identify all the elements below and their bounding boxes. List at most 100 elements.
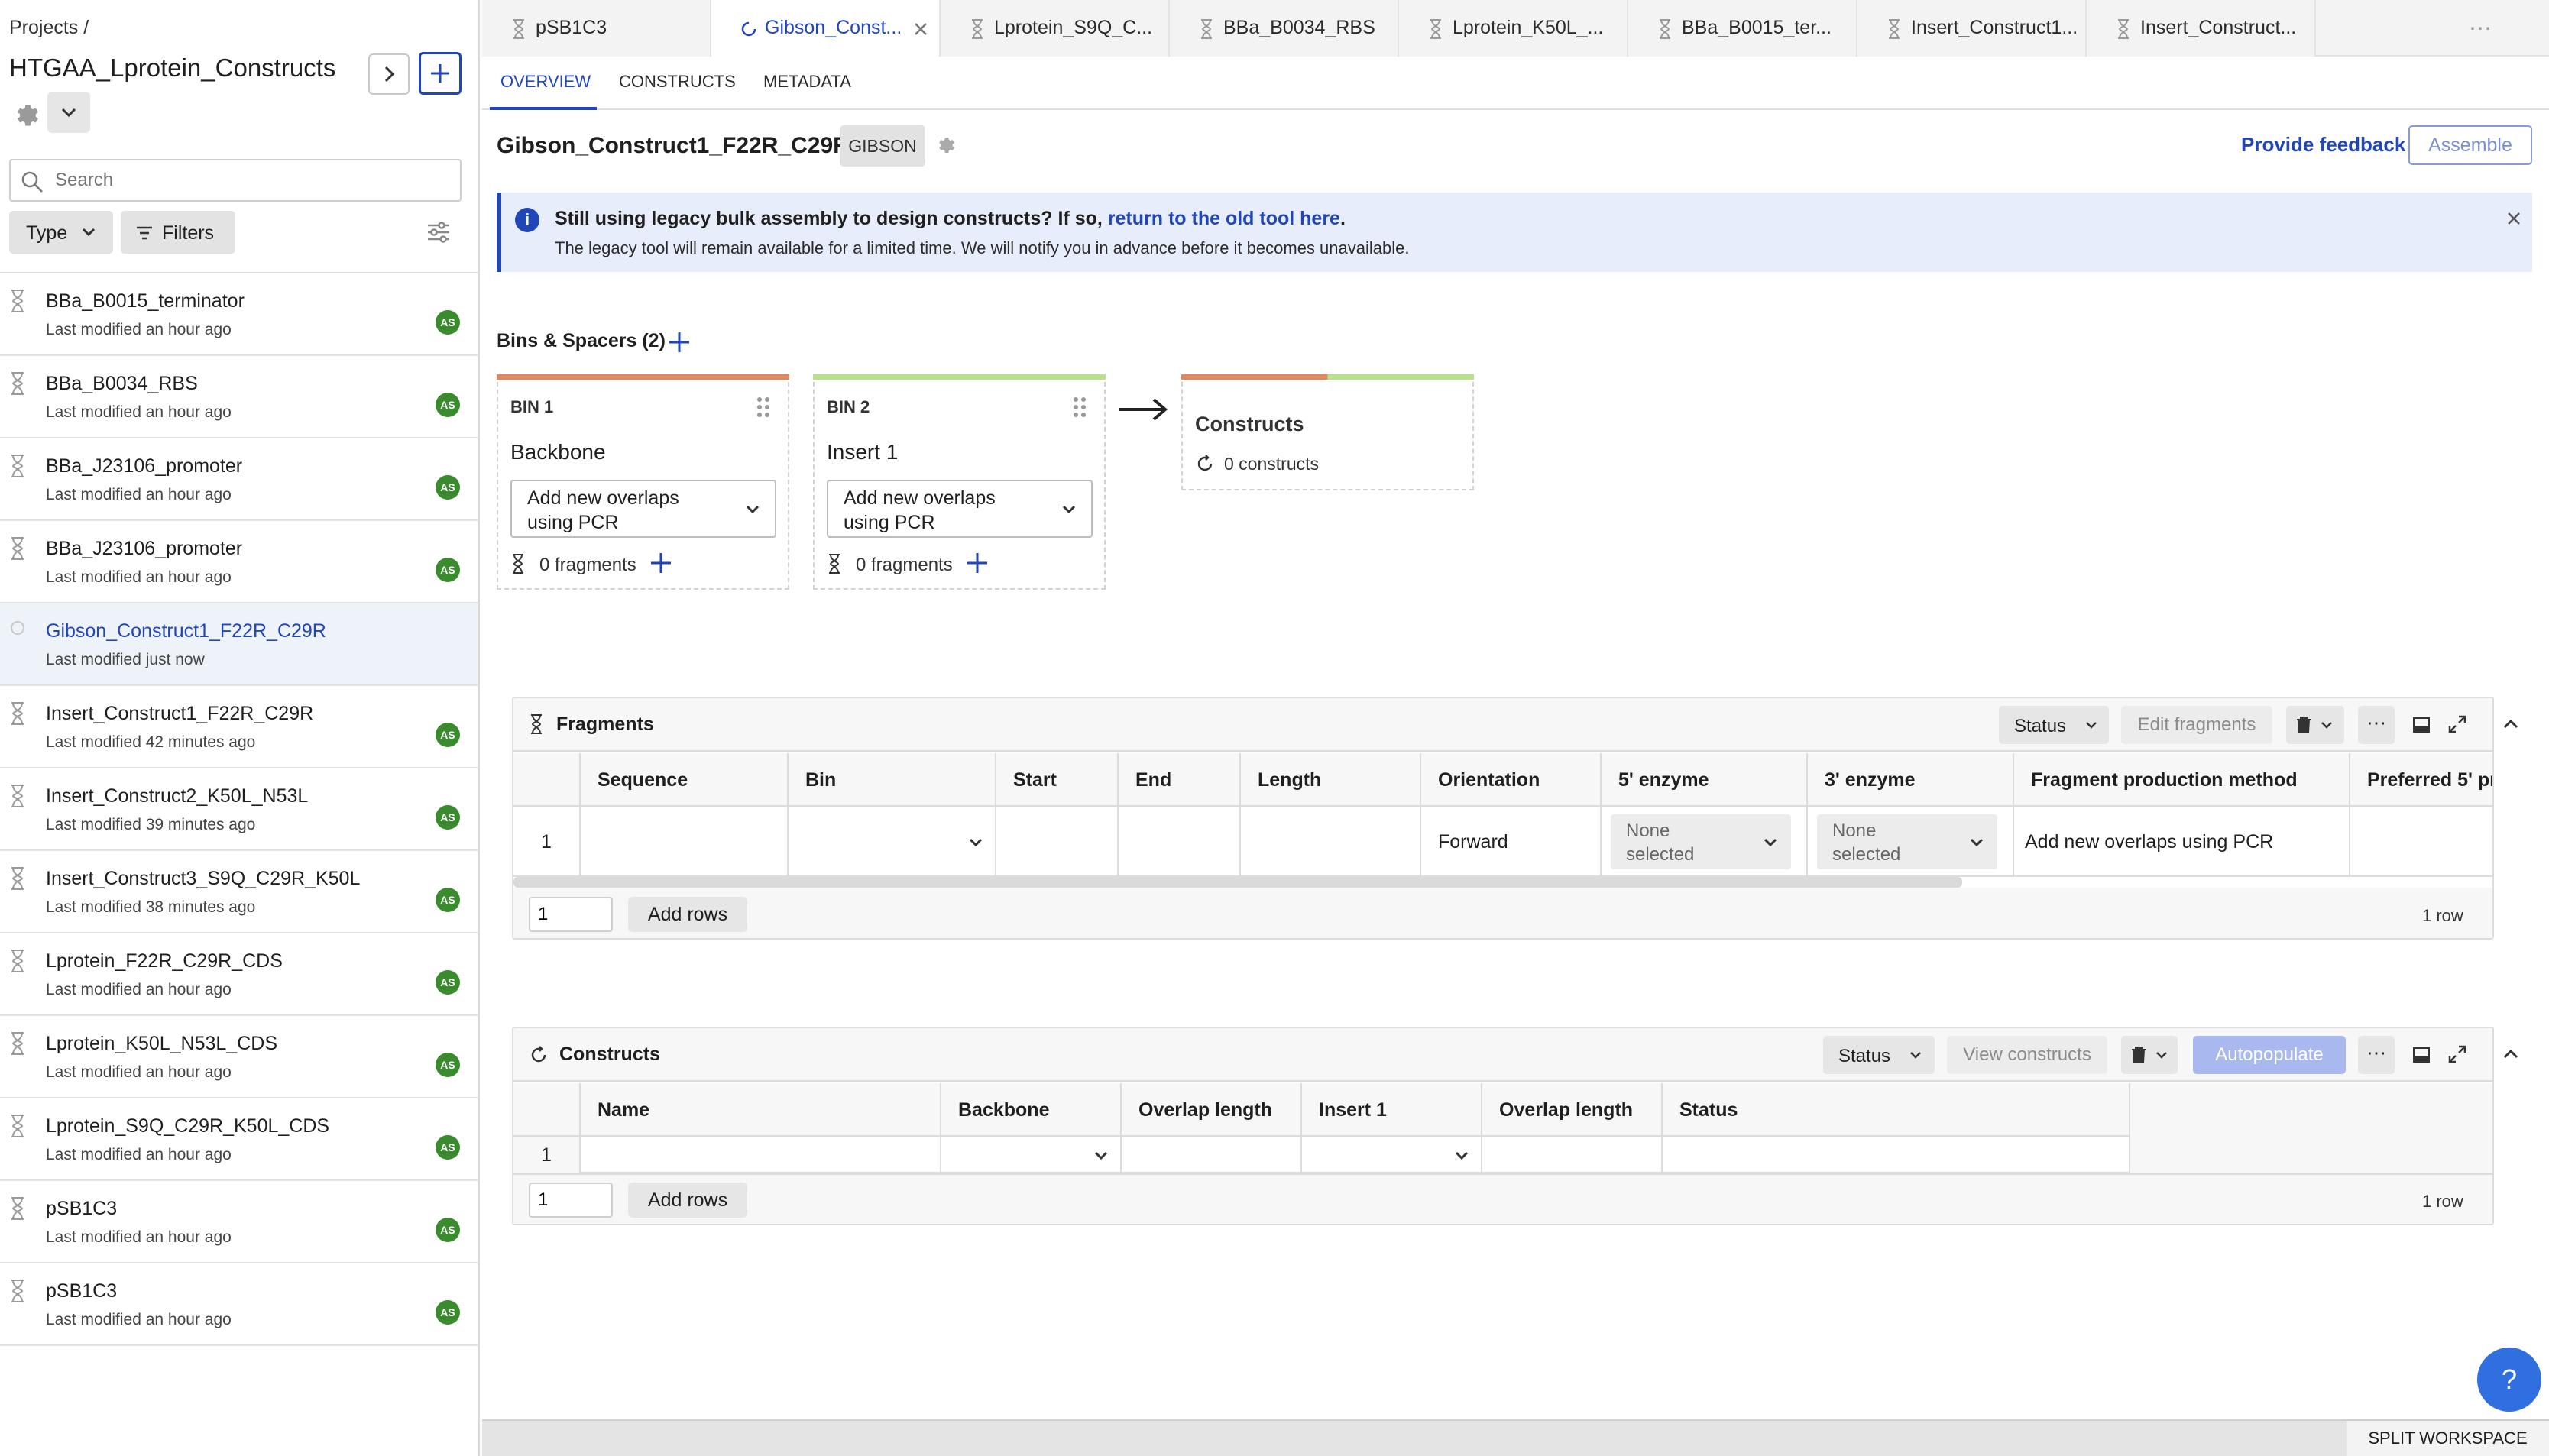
- more-options-icon[interactable]: ⋯: [2358, 706, 2395, 744]
- panel-layout-icon[interactable]: [2411, 715, 2431, 735]
- close-icon[interactable]: [912, 20, 930, 38]
- column-header[interactable]: 3' enzyme: [1808, 753, 2014, 807]
- end-cell[interactable]: [1119, 807, 1241, 877]
- tab-item[interactable]: BBa_B0034_RBS: [1170, 0, 1399, 57]
- add-bin-icon[interactable]: [666, 329, 692, 355]
- close-icon[interactable]: [2503, 208, 2525, 229]
- autopopulate-button[interactable]: Autopopulate: [2193, 1036, 2346, 1074]
- overlap-length-cell[interactable]: [1122, 1137, 1302, 1173]
- list-item[interactable]: BBa_B0015_terminator Last modified an hou…: [0, 273, 478, 356]
- horizontal-scrollbar[interactable]: [513, 877, 1962, 888]
- column-header[interactable]: Name: [581, 1083, 941, 1137]
- edit-fragments-button[interactable]: Edit fragments: [2121, 706, 2272, 744]
- delete-menu-button[interactable]: [2121, 1036, 2178, 1074]
- provide-feedback-link[interactable]: Provide feedback: [2241, 133, 2405, 157]
- options-dropdown-button[interactable]: [47, 92, 90, 133]
- list-item[interactable]: Insert_Construct1_F22R_C29R Last modified…: [0, 686, 478, 768]
- drag-handle-icon[interactable]: [1071, 396, 1088, 419]
- method-select[interactable]: Add new overlaps using PCR: [510, 480, 776, 538]
- expand-icon[interactable]: [2447, 713, 2468, 735]
- primer-cell[interactable]: [2350, 807, 2492, 877]
- method-cell[interactable]: Add new overlaps using PCR: [2014, 807, 2350, 877]
- rows-count-input[interactable]: [529, 1183, 613, 1218]
- rows-count-input[interactable]: [529, 897, 613, 932]
- tab-item[interactable]: BBa_B0015_ter...: [1628, 0, 1857, 57]
- backbone-cell[interactable]: [941, 1137, 1122, 1173]
- orientation-cell[interactable]: Forward: [1421, 807, 1602, 877]
- enzyme5-cell[interactable]: None selected: [1602, 807, 1808, 877]
- add-fragment-icon[interactable]: [964, 550, 990, 576]
- column-header[interactable]: 5' enzyme: [1602, 753, 1808, 807]
- add-item-button[interactable]: [419, 52, 462, 95]
- column-header[interactable]: Preferred 5' pri: [2350, 753, 2492, 807]
- list-item[interactable]: BBa_J23106_promoter Last modified an hour…: [0, 521, 478, 603]
- tab-item[interactable]: Lprotein_K50L_...: [1399, 0, 1628, 57]
- column-header[interactable]: Insert 1: [1302, 1083, 1482, 1137]
- type-filter-button[interactable]: Type: [9, 211, 113, 254]
- column-header[interactable]: Sequence: [581, 753, 789, 807]
- old-tool-link[interactable]: return to the old tool here: [1108, 208, 1340, 229]
- split-workspace-button[interactable]: SPLIT WORKSPACE: [2347, 1421, 2549, 1456]
- table-row[interactable]: 1 Forward None selected None selected Ad…: [513, 807, 2492, 877]
- start-cell[interactable]: [996, 807, 1119, 877]
- more-options-icon[interactable]: ⋯: [2358, 1036, 2395, 1074]
- list-item[interactable]: pSB1C3 Last modified an hour ago AS: [0, 1181, 478, 1263]
- tab-constructs[interactable]: CONSTRUCTS: [619, 72, 736, 92]
- enzyme3-cell[interactable]: None selected: [1808, 807, 2014, 877]
- table-row[interactable]: 1: [513, 1137, 2130, 1173]
- tab-item[interactable]: pSB1C3: [482, 0, 711, 57]
- tab-metadata[interactable]: METADATA: [763, 72, 851, 92]
- filters-button[interactable]: Filters: [121, 211, 235, 254]
- collapse-icon[interactable]: [2500, 1043, 2521, 1065]
- column-header[interactable]: Start: [996, 753, 1119, 807]
- list-item[interactable]: Lprotein_K50L_N53L_CDS Last modified an h…: [0, 1016, 478, 1098]
- panel-layout-icon[interactable]: [2411, 1045, 2431, 1065]
- add-rows-button[interactable]: Add rows: [628, 897, 747, 932]
- tab-item[interactable]: Insert_Construct1...: [1857, 0, 2087, 57]
- tab-overview[interactable]: OVERVIEW: [500, 72, 591, 92]
- column-header[interactable]: Fragment production method: [2014, 753, 2350, 807]
- bin-card-backbone[interactable]: BIN 1 Backbone Add new overlaps using PC…: [497, 374, 789, 590]
- drag-handle-icon[interactable]: [755, 396, 772, 419]
- list-item[interactable]: Insert_Construct3_S9Q_C29R_K50L Last modi…: [0, 851, 478, 933]
- insert-cell[interactable]: [1302, 1137, 1482, 1173]
- column-header[interactable]: Overlap length: [1122, 1083, 1302, 1137]
- expand-icon[interactable]: [2447, 1043, 2468, 1065]
- tab-item[interactable]: Insert_Construct...: [2087, 0, 2316, 57]
- sequence-cell[interactable]: [581, 807, 789, 877]
- list-item[interactable]: Gibson_Construct1_F22R_C29R Last modified…: [0, 603, 478, 686]
- tab-item[interactable]: Gibson_Const...: [711, 0, 941, 57]
- bin-cell[interactable]: [789, 807, 996, 877]
- add-rows-button[interactable]: Add rows: [628, 1183, 747, 1218]
- breadcrumb[interactable]: Projects /: [9, 17, 89, 39]
- search-box[interactable]: [9, 159, 462, 202]
- list-item[interactable]: pSB1C3 Last modified an hour ago AS: [0, 1263, 478, 1346]
- name-cell[interactable]: [581, 1137, 941, 1173]
- delete-menu-button[interactable]: [2286, 706, 2344, 744]
- status-dropdown-button[interactable]: Status: [1999, 706, 2109, 744]
- tab-item[interactable]: Lprotein_S9Q_C...: [941, 0, 1170, 57]
- gear-icon[interactable]: [935, 134, 957, 156]
- collapse-icon[interactable]: [2500, 713, 2521, 735]
- bin-card-insert[interactable]: BIN 2 Insert 1 Add new overlaps using PC…: [813, 374, 1106, 590]
- overlap-length-cell[interactable]: [1482, 1137, 1663, 1173]
- list-item[interactable]: Lprotein_F22R_C29R_CDS Last modified an h…: [0, 933, 478, 1016]
- status-dropdown-button[interactable]: Status: [1823, 1036, 1935, 1074]
- list-item[interactable]: Insert_Construct2_K50L_N53L Last modified…: [0, 768, 478, 851]
- help-button[interactable]: ?: [2477, 1348, 2541, 1412]
- list-item[interactable]: BBa_J23106_promoter Last modified an hour…: [0, 438, 478, 521]
- add-fragment-icon[interactable]: [648, 550, 674, 576]
- column-header[interactable]: Backbone: [941, 1083, 1122, 1137]
- constructs-card[interactable]: Constructs 0 constructs: [1181, 374, 1474, 490]
- gear-icon[interactable]: [12, 101, 41, 130]
- column-header[interactable]: End: [1119, 753, 1241, 807]
- expand-button[interactable]: [368, 53, 410, 95]
- more-tabs-icon[interactable]: ⋯: [2469, 15, 2492, 42]
- search-input[interactable]: [55, 167, 452, 194]
- column-header[interactable]: Bin: [789, 753, 996, 807]
- view-constructs-button[interactable]: View constructs: [1947, 1036, 2107, 1074]
- column-header[interactable]: Overlap length: [1482, 1083, 1663, 1137]
- column-header[interactable]: Orientation: [1421, 753, 1602, 807]
- column-header[interactable]: Length: [1241, 753, 1421, 807]
- settings-sliders-icon[interactable]: [425, 218, 452, 246]
